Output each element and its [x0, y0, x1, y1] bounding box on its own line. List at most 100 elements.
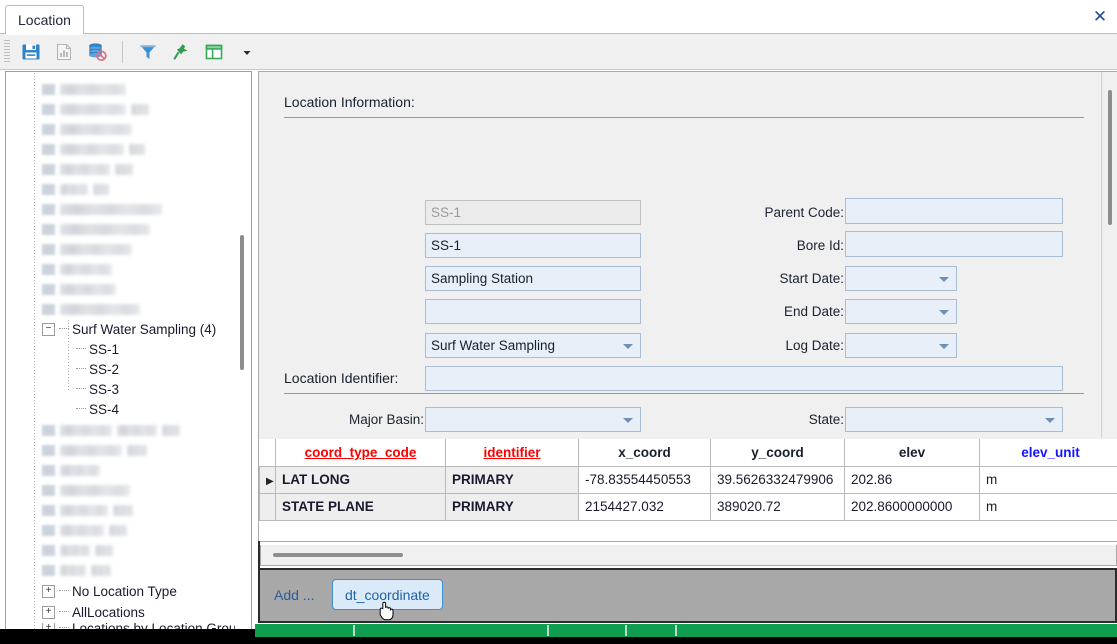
- tree-connector: [59, 590, 69, 592]
- list-item[interactable]: [42, 520, 127, 540]
- col-header-elev-unit[interactable]: elev_unit: [980, 439, 1117, 466]
- bore-id-field[interactable]: [845, 231, 1063, 257]
- tree-node-ss-4[interactable]: SS-4: [76, 399, 119, 419]
- chevron-down-icon[interactable]: [939, 277, 949, 282]
- col-header-elev[interactable]: elev: [845, 439, 980, 466]
- parent-code-field[interactable]: [845, 198, 1063, 224]
- cell-elev[interactable]: 202.8600000000: [845, 493, 980, 520]
- filter-icon[interactable]: [133, 38, 163, 66]
- list-item[interactable]: [42, 560, 111, 580]
- report-icon[interactable]: [49, 38, 79, 66]
- cell-x-coord[interactable]: 2154427.032: [579, 493, 711, 520]
- toolbar: [0, 34, 1117, 70]
- end-date-label: End Date:: [714, 304, 844, 319]
- type-value: Surf Water Sampling: [431, 338, 555, 353]
- start-date-combobox[interactable]: [845, 266, 957, 291]
- cell-identifier[interactable]: PRIMARY: [446, 493, 579, 520]
- cell-x-coord[interactable]: -78.83554450553: [579, 466, 711, 493]
- row-selector-current[interactable]: ▶: [260, 466, 276, 493]
- tree-connector: [59, 611, 69, 613]
- form-scrollbar-thumb[interactable]: [1108, 90, 1112, 225]
- location-window: Location ✕: [0, 0, 1117, 644]
- col-header-identifier[interactable]: identifier: [446, 439, 579, 466]
- list-item[interactable]: [42, 299, 140, 319]
- list-item[interactable]: [42, 540, 113, 560]
- tree-vertical-scrollbar[interactable]: [235, 73, 250, 629]
- location-tree[interactable]: − Surf Water Sampling (4) SS-1 SS-2 SS-3…: [5, 71, 252, 631]
- close-x-icon[interactable]: ✕: [1089, 5, 1111, 27]
- list-item[interactable]: [42, 239, 132, 259]
- cell-elev-unit[interactable]: m: [980, 493, 1117, 520]
- expand-toggle-icon[interactable]: +: [42, 585, 55, 598]
- list-item[interactable]: [42, 199, 162, 219]
- row-selector[interactable]: [260, 493, 276, 520]
- collapse-toggle-icon[interactable]: −: [42, 323, 55, 336]
- expand-toggle-icon[interactable]: +: [42, 606, 55, 619]
- purpose-field[interactable]: [425, 299, 641, 324]
- tree-node-no-location-type[interactable]: + No Location Type: [42, 581, 177, 601]
- add-button[interactable]: Add ...: [274, 587, 314, 603]
- col-header-y-coord[interactable]: y_coord: [711, 439, 845, 466]
- cell-y-coord[interactable]: 39.5626332479906: [711, 466, 845, 493]
- list-item[interactable]: [42, 139, 145, 159]
- cell-identifier[interactable]: PRIMARY: [446, 466, 579, 493]
- taskbar-divider: [547, 625, 549, 636]
- list-item[interactable]: [42, 119, 132, 139]
- grid-horizontal-scrollbar[interactable]: [260, 545, 1117, 566]
- end-date-combobox[interactable]: [845, 299, 957, 324]
- tree-scrollbar-thumb[interactable]: [240, 235, 244, 370]
- name-field[interactable]: SS-1: [425, 233, 641, 258]
- list-item[interactable]: [42, 159, 133, 179]
- chevron-down-icon[interactable]: [1045, 418, 1055, 423]
- chevron-down-icon[interactable]: [623, 344, 633, 349]
- coordinate-grid[interactable]: coord_type_code identifier x_coord y_coo…: [258, 439, 1117, 542]
- toolbar-grip[interactable]: [4, 40, 10, 64]
- taskbar-divider: [625, 625, 627, 636]
- cell-coord-type-code[interactable]: STATE PLANE: [276, 493, 446, 520]
- cell-y-coord[interactable]: 389020.72: [711, 493, 845, 520]
- list-item[interactable]: [42, 219, 150, 239]
- type-combobox[interactable]: Surf Water Sampling: [425, 333, 641, 358]
- save-icon[interactable]: [16, 38, 46, 66]
- table-row[interactable]: ▶ LAT LONG PRIMARY -78.83554450553 39.56…: [260, 466, 1117, 493]
- tab-location[interactable]: Location: [5, 5, 84, 34]
- cell-elev-unit[interactable]: m: [980, 466, 1117, 493]
- list-item[interactable]: [42, 460, 100, 480]
- chevron-down-icon[interactable]: [939, 344, 949, 349]
- state-combobox[interactable]: [845, 407, 1063, 432]
- list-item[interactable]: [42, 500, 133, 520]
- tree-node-surf-water-sampling[interactable]: − Surf Water Sampling (4): [42, 319, 216, 339]
- list-item[interactable]: [42, 420, 180, 440]
- chevron-down-icon[interactable]: [939, 310, 949, 315]
- tree-node-ss-1[interactable]: SS-1: [76, 339, 119, 359]
- list-item[interactable]: [42, 480, 130, 500]
- description-field[interactable]: Sampling Station: [425, 266, 641, 291]
- list-item[interactable]: [42, 179, 109, 199]
- tree-node-all-locations[interactable]: + AllLocations: [42, 602, 145, 622]
- pin-icon[interactable]: [166, 38, 196, 66]
- col-header-coord-type-code[interactable]: coord_type_code: [276, 439, 446, 466]
- layout-icon[interactable]: [199, 38, 229, 66]
- list-item[interactable]: [42, 440, 147, 460]
- form-vertical-scrollbar[interactable]: [1101, 72, 1117, 438]
- table-row[interactable]: STATE PLANE PRIMARY 2154427.032 389020.7…: [260, 493, 1117, 520]
- delete-record-icon[interactable]: [82, 38, 112, 66]
- remark-field[interactable]: [425, 366, 1063, 391]
- chevron-down-icon[interactable]: [623, 418, 633, 423]
- dropdown-arrow-icon[interactable]: [232, 38, 262, 66]
- tree-node-ss-2[interactable]: SS-2: [76, 359, 119, 379]
- section-divider: [284, 117, 1084, 118]
- list-item[interactable]: [42, 279, 116, 299]
- col-header-x-coord[interactable]: x_coord: [579, 439, 711, 466]
- major-basin-combobox[interactable]: [425, 407, 641, 432]
- tree-node-ss-3[interactable]: SS-3: [76, 379, 119, 399]
- current-row-arrow-icon: ▶: [266, 476, 274, 487]
- log-date-combobox[interactable]: [845, 333, 957, 358]
- cell-coord-type-code[interactable]: LAT LONG: [276, 466, 446, 493]
- table-header-row: coord_type_code identifier x_coord y_coo…: [260, 439, 1117, 466]
- list-item[interactable]: [42, 259, 112, 279]
- cell-elev[interactable]: 202.86: [845, 466, 980, 493]
- list-item[interactable]: [42, 79, 126, 99]
- grid-scrollbar-thumb[interactable]: [273, 553, 403, 557]
- list-item[interactable]: [42, 99, 149, 119]
